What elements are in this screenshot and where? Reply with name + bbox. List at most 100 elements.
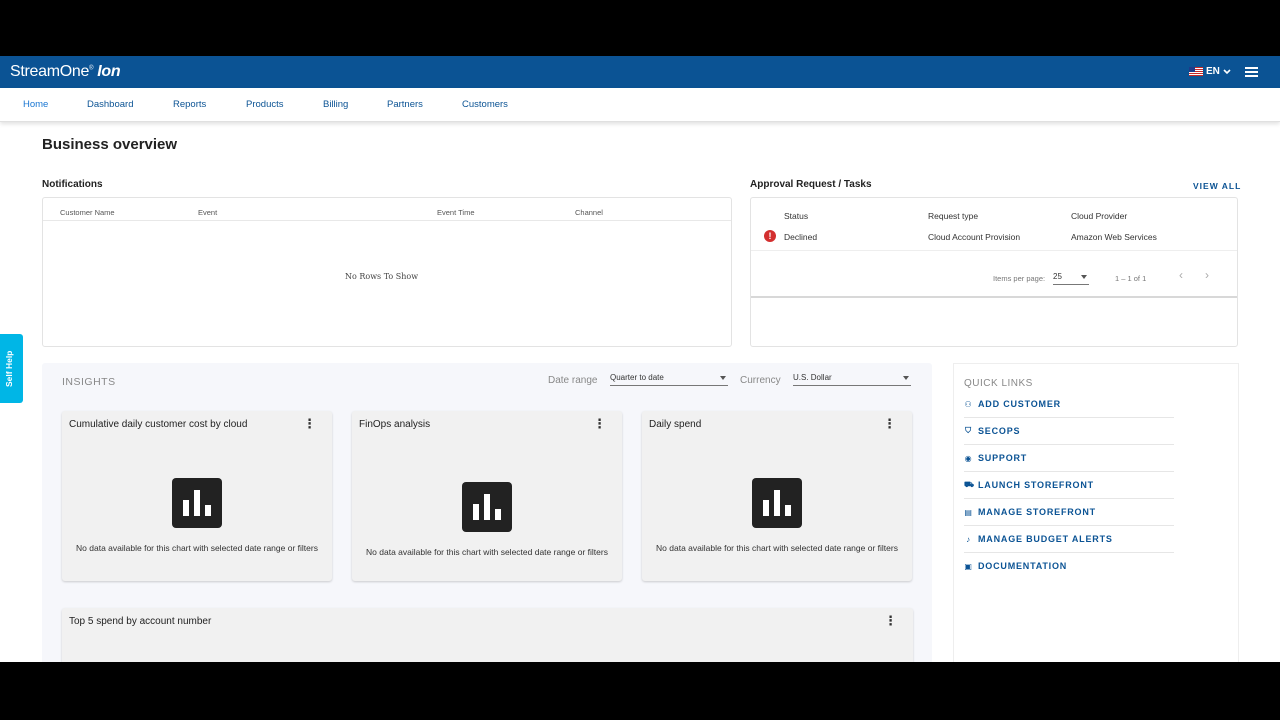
error-status-icon: ! <box>764 230 776 242</box>
currency-value: U.S. Dollar <box>793 373 832 382</box>
quick-link-label: SUPPORT <box>978 453 1028 463</box>
cart-icon: ⛟ <box>964 480 975 489</box>
add-person-icon: ⚇ <box>964 399 973 409</box>
quick-link-manage-budget-alerts[interactable]: ♪ MANAGE BUDGET ALERTS <box>964 526 1174 553</box>
column-header-cloud-provider[interactable]: Cloud Provider <box>1071 211 1127 221</box>
quick-link-add-customer[interactable]: ⚇ ADD CUSTOMER <box>964 391 1174 418</box>
view-all-link[interactable]: VIEW ALL <box>1193 181 1241 191</box>
row-divider <box>751 250 1237 251</box>
more-options-icon[interactable]: ⋮ <box>883 417 896 430</box>
budget-alert-icon: ♪ <box>966 534 971 544</box>
column-header-channel[interactable]: Channel <box>575 208 603 217</box>
column-header-event[interactable]: Event <box>198 208 217 217</box>
bar-chart-icon <box>172 478 222 528</box>
chart-title: FinOps analysis <box>359 419 431 430</box>
brand-name: StreamOne <box>10 63 90 80</box>
page-range-label: 1 – 1 of 1 <box>1115 274 1147 283</box>
column-header-event-time[interactable]: Event Time <box>437 208 475 217</box>
no-data-message: No data available for this chart with se… <box>656 543 898 553</box>
column-header-request-type[interactable]: Request type <box>928 211 978 221</box>
quick-links-title: QUICK LINKS <box>964 378 1033 389</box>
chart-title: Cumulative daily customer cost by cloud <box>69 419 248 430</box>
nav-customers[interactable]: Customers <box>462 99 508 110</box>
brand-logo[interactable]: StreamOne® Ion <box>10 63 121 81</box>
bar-chart-icon <box>462 482 512 532</box>
currency-label: Currency <box>740 375 781 386</box>
chart-title: Daily spend <box>649 419 702 430</box>
chart-title: Top 5 spend by account number <box>69 616 212 627</box>
support-icon: ◉ <box>964 453 973 463</box>
chart-card-cumulative-daily-cost: Cumulative daily customer cost by cloud … <box>62 411 332 581</box>
quick-link-label: LAUNCH STOREFRONT <box>978 480 1094 490</box>
nav-partners[interactable]: Partners <box>387 99 423 110</box>
document-icon: ▣ <box>964 561 973 571</box>
us-flag-icon <box>1189 67 1203 76</box>
items-per-page-select[interactable]: 25 <box>1053 272 1089 285</box>
caret-down-icon <box>1081 275 1087 279</box>
quick-link-label: SECOPS <box>978 426 1021 436</box>
self-help-tab[interactable]: Self Help <box>0 334 23 403</box>
bar-chart-icon <box>752 478 802 528</box>
previous-page-icon[interactable]: ‹ <box>1179 268 1183 282</box>
table-footer-divider <box>751 296 1237 298</box>
more-options-icon[interactable]: ⋮ <box>303 417 316 430</box>
chart-card-finops-analysis: FinOps analysis ⋮ No data available for … <box>352 411 622 581</box>
hamburger-menu-icon[interactable] <box>1245 67 1258 77</box>
empty-table-message: No Rows To Show <box>345 272 419 281</box>
status-declined: Declined <box>784 232 818 242</box>
insights-panel: INSIGHTS Date range Quarter to date Curr… <box>42 363 932 662</box>
next-page-icon[interactable]: › <box>1205 268 1209 282</box>
nav-dashboard[interactable]: Dashboard <box>87 99 133 110</box>
items-per-page-label: Items per page: <box>993 274 1046 283</box>
column-header-customer-name[interactable]: Customer Name <box>60 208 115 217</box>
storefront-icon: ▤ <box>964 507 973 517</box>
quick-link-documentation[interactable]: ▣ DOCUMENTATION <box>964 553 1174 579</box>
quick-link-label: MANAGE STOREFRONT <box>978 507 1096 517</box>
table-divider <box>43 220 731 221</box>
date-range-label: Date range <box>548 375 598 386</box>
date-range-select[interactable]: Quarter to date <box>610 373 728 386</box>
currency-select[interactable]: U.S. Dollar <box>793 373 911 386</box>
chart-card-daily-spend: Daily spend ⋮ No data available for this… <box>642 411 912 581</box>
nav-reports[interactable]: Reports <box>173 99 206 110</box>
chevron-down-icon <box>1223 68 1231 74</box>
quick-links-panel: QUICK LINKS ⚇ ADD CUSTOMER ⛉ SECOPS ◉ SUPPO… <box>953 363 1239 662</box>
quick-link-secops[interactable]: ⛉ SECOPS <box>964 418 1174 445</box>
registered-mark: ® <box>89 65 94 72</box>
request-type-cell: Cloud Account Provision <box>928 232 1021 242</box>
quick-link-label: ADD CUSTOMER <box>978 399 1061 409</box>
top-bar: StreamOne® Ion EN <box>0 56 1280 88</box>
chart-card-top5-spend: Top 5 spend by account number ⋮ <box>62 608 913 662</box>
caret-down-icon <box>720 376 726 380</box>
nav-products[interactable]: Products <box>246 99 284 110</box>
quick-link-label: DOCUMENTATION <box>978 561 1068 571</box>
brand-suffix: Ion <box>97 63 121 80</box>
nav-home[interactable]: Home <box>23 99 48 110</box>
quick-link-manage-storefront[interactable]: ▤ MANAGE STOREFRONT <box>964 499 1174 526</box>
date-range-value: Quarter to date <box>610 373 664 382</box>
approvals-table: Status Request type Cloud Provider Decli… <box>750 197 1238 347</box>
more-options-icon[interactable]: ⋮ <box>593 417 606 430</box>
language-label: EN <box>1206 66 1220 77</box>
quick-link-label: MANAGE BUDGET ALERTS <box>978 534 1113 544</box>
page-title: Business overview <box>42 136 178 153</box>
insights-title: INSIGHTS <box>62 376 116 388</box>
no-data-message: No data available for this chart with se… <box>366 547 608 557</box>
quick-link-support[interactable]: ◉ SUPPORT <box>964 445 1174 472</box>
no-data-message: No data available for this chart with se… <box>76 543 318 553</box>
self-help-label: Self Help <box>4 350 14 387</box>
notifications-table: Customer Name Event Event Time Channel N… <box>42 197 732 347</box>
cloud-provider-cell: Amazon Web Services <box>1071 232 1157 242</box>
main-nav: Home Dashboard Reports Products Billing … <box>0 88 1280 122</box>
nav-billing[interactable]: Billing <box>323 99 348 110</box>
items-per-page-value: 25 <box>1053 272 1062 281</box>
shield-icon: ⛉ <box>965 426 972 435</box>
approvals-title: Approval Request / Tasks <box>750 179 872 190</box>
more-options-icon[interactable]: ⋮ <box>884 614 897 627</box>
notifications-title: Notifications <box>42 179 103 190</box>
column-header-status[interactable]: Status <box>784 211 808 221</box>
app-window: StreamOne® Ion EN Home Dashboard Reports … <box>0 56 1280 662</box>
quick-link-launch-storefront[interactable]: ⛟ LAUNCH STOREFRONT <box>964 472 1174 499</box>
caret-down-icon <box>903 376 909 380</box>
language-selector[interactable]: EN <box>1189 66 1231 77</box>
